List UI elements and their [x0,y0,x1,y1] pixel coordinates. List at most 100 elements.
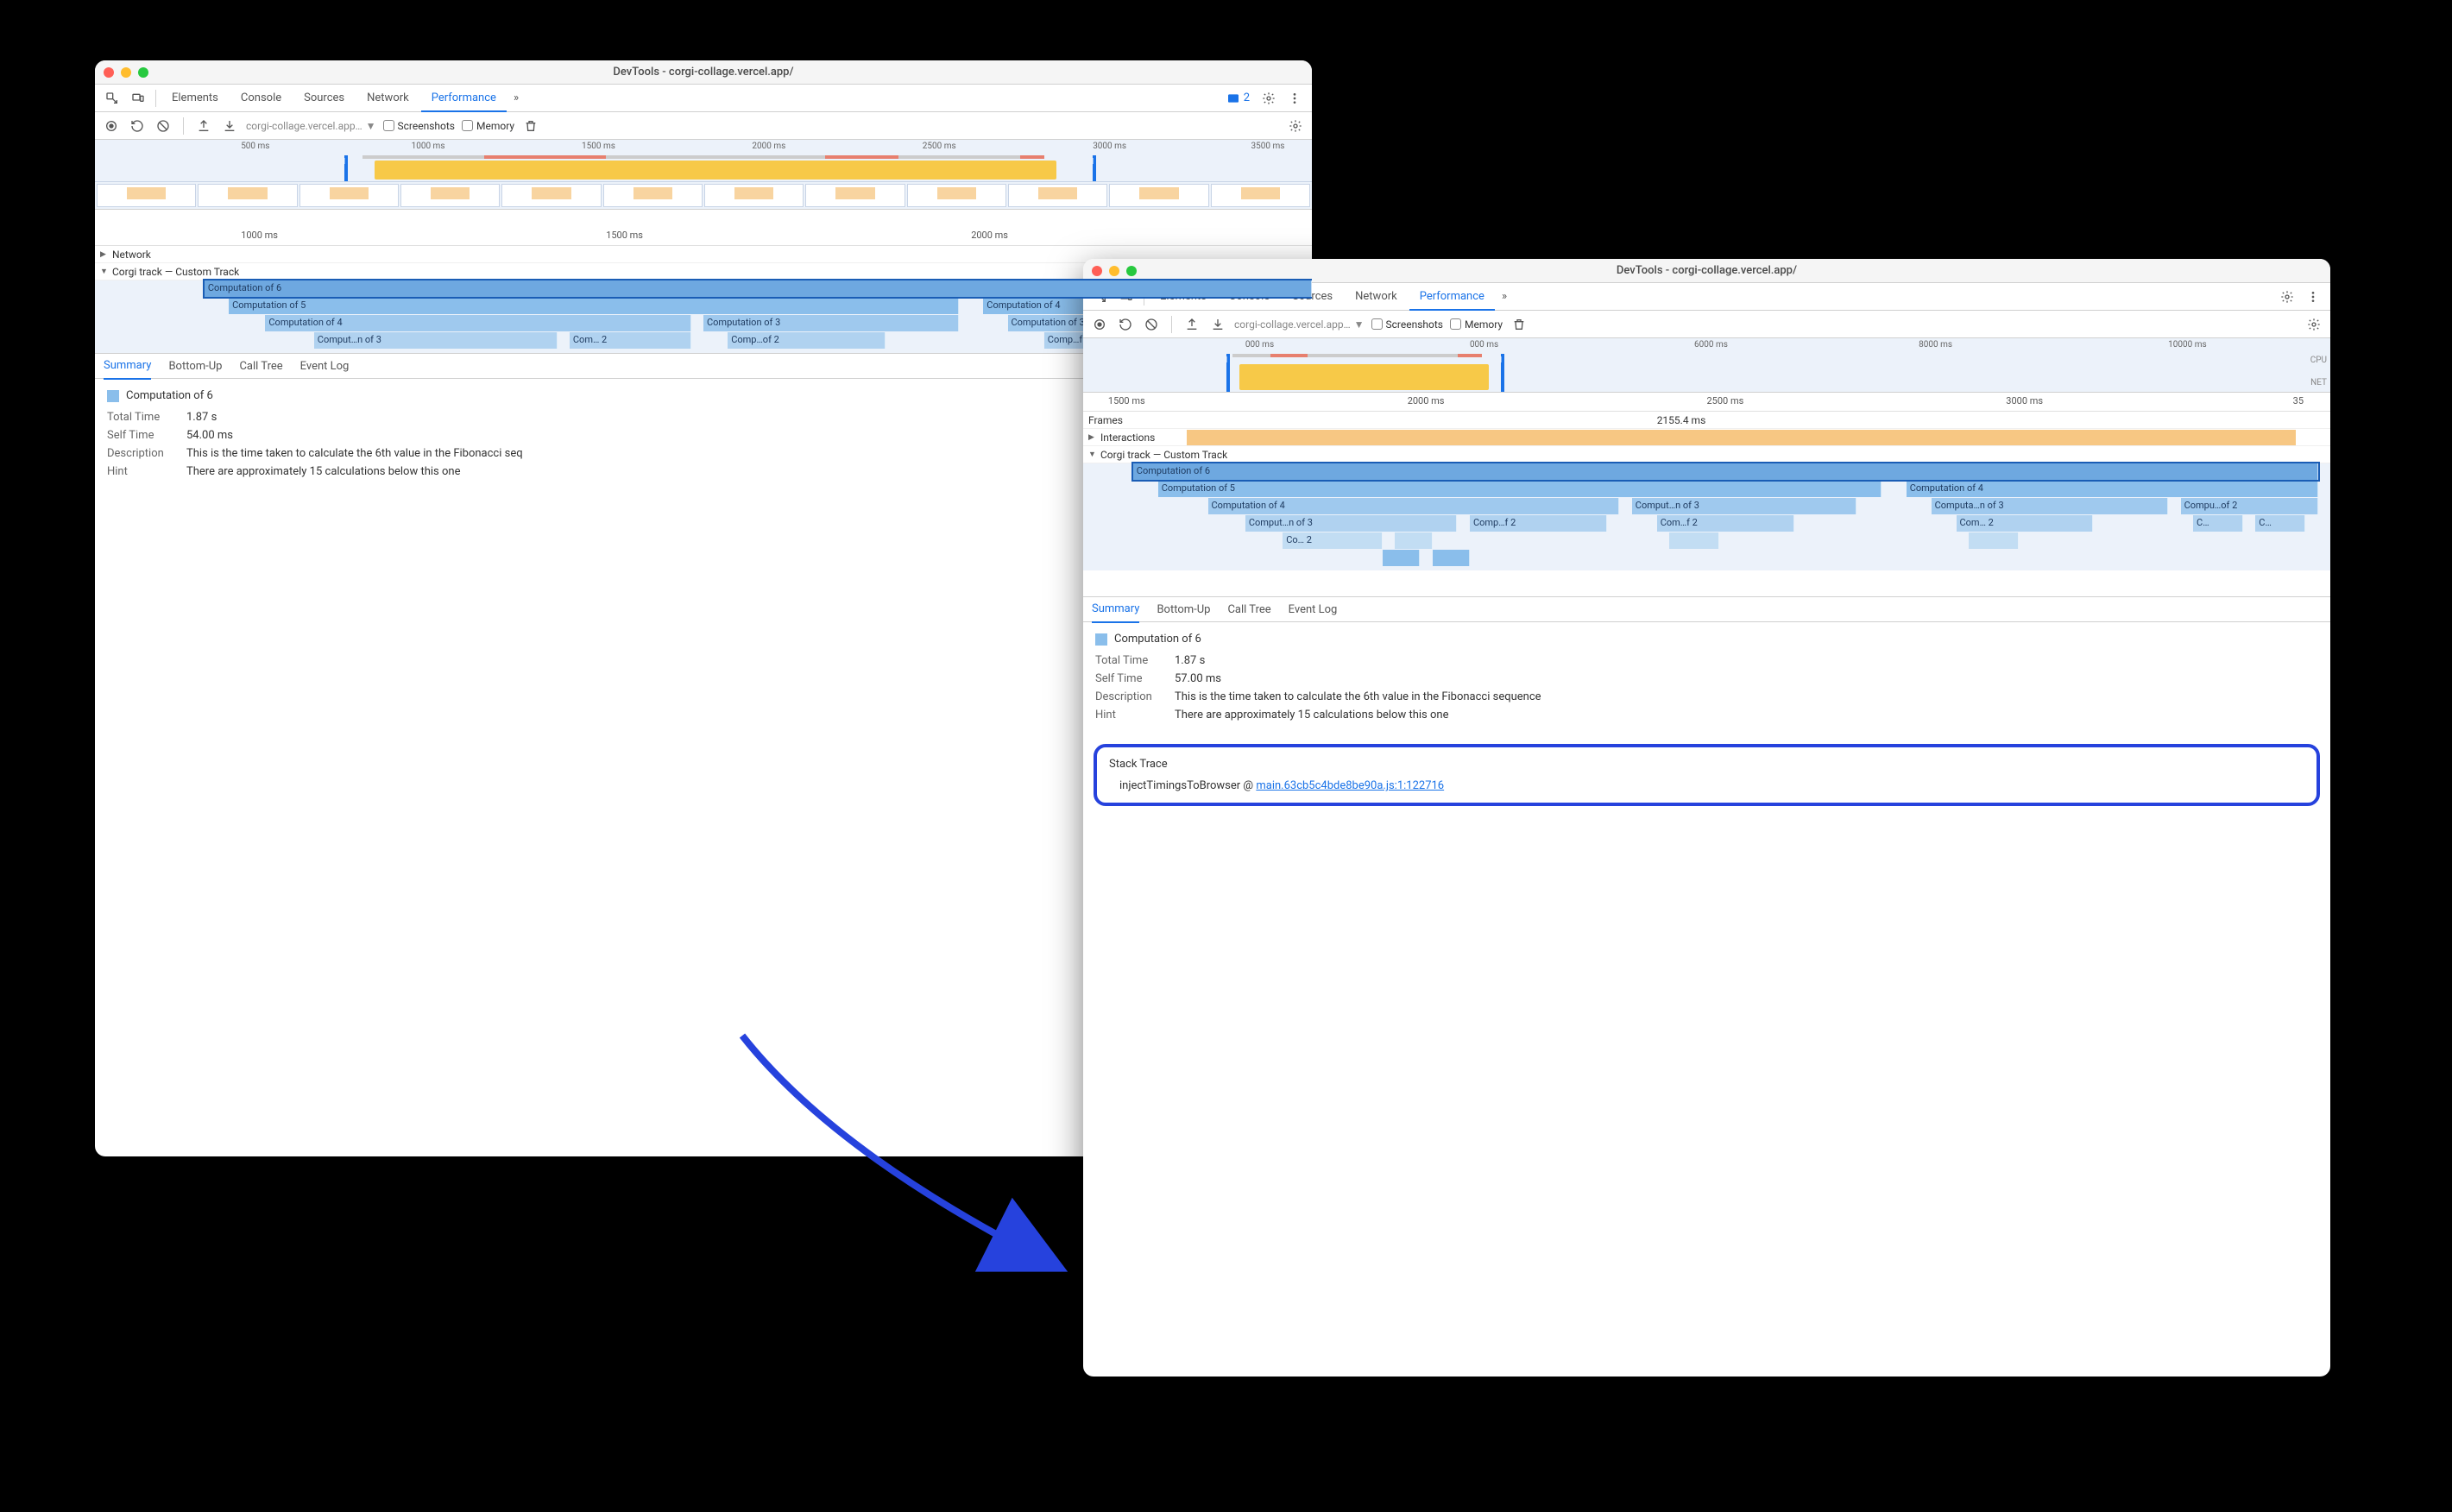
flame-event[interactable]: Comp…f 2 [1470,515,1607,532]
flame-event[interactable]: Computation of 6 [1133,463,2318,480]
tab-network[interactable]: Network [1345,283,1408,311]
screenshot-thumb[interactable] [907,184,1006,207]
source-link[interactable]: main.63cb5c4bde8be90a.js:1:122716 [1256,779,1444,792]
tab-elements[interactable]: Elements [161,85,229,112]
flame-event[interactable]: Computa…n of 3 [1932,498,2169,514]
flame-event[interactable]: Comput…n of 3 [1632,498,1856,514]
flame-event[interactable]: Com… 2 [1957,515,2094,532]
kebab-icon[interactable] [2301,285,2325,309]
dtab-event-log[interactable]: Event Log [1289,596,1338,622]
dtab-summary[interactable]: Summary [104,354,151,380]
more-tabs-icon[interactable]: » [508,91,524,104]
clear-icon[interactable] [1142,315,1161,334]
flame-event[interactable]: C… [2193,515,2243,532]
screenshot-thumb[interactable] [400,184,500,207]
flame-event[interactable]: Computation of 3 [703,315,959,331]
inspect-icon[interactable] [100,86,124,110]
custom-track-header[interactable]: ▼Corgi track — Custom Track [1083,446,2330,463]
flame-event[interactable]: Computation of 4 [1208,498,1620,514]
gear-icon[interactable] [1286,117,1305,135]
color-swatch [1095,633,1107,646]
chevron-down-icon: ▼ [100,267,109,276]
record-icon[interactable] [1090,315,1109,334]
screenshots-checkbox[interactable]: Screenshots [383,120,455,132]
flame-event[interactable]: Computation of 6 [205,280,1312,297]
flame-event[interactable]: Comput…n of 3 [1245,515,1458,532]
flame-event[interactable] [1433,550,1470,566]
screenshot-thumb[interactable] [501,184,601,207]
trash-icon[interactable] [1510,315,1529,334]
stack-trace-title: Stack Trace [1109,758,2304,771]
flame-event[interactable]: Com… 2 [570,332,691,349]
selection-handle-left[interactable] [1226,354,1230,392]
interactions-track[interactable]: ▶Interactions [1083,429,2330,446]
flame-event[interactable]: Computation of 5 [229,298,959,314]
tab-sources[interactable]: Sources [293,85,355,112]
flame-event[interactable] [1669,532,1719,549]
overview-ruler: 000 ms 000 ms 6000 ms 8000 ms 10000 ms [1083,338,2330,354]
flame-event[interactable] [1383,550,1420,566]
recording-selector[interactable]: corgi-collage.vercel.app… ▼ [1234,318,1365,331]
download-icon[interactable] [220,117,239,135]
screenshot-thumb[interactable] [1109,184,1208,207]
dtab-call-tree[interactable]: Call Tree [239,353,282,379]
device-icon[interactable] [126,86,150,110]
screenshot-thumb[interactable] [704,184,804,207]
flame-chart[interactable]: Computation of 6 Computation of 5Computa… [1083,463,2330,570]
selection-handle-right[interactable] [1501,354,1504,392]
tab-console[interactable]: Console [230,85,292,112]
dtab-event-log[interactable]: Event Log [300,353,350,379]
overview-pane[interactable]: 000 ms 000 ms 6000 ms 8000 ms 10000 ms C… [1083,338,2330,393]
dtab-summary[interactable]: Summary [1092,597,1139,623]
screenshot-thumb[interactable] [805,184,905,207]
upload-icon[interactable] [194,117,213,135]
flame-event[interactable]: Compu…of 2 [2181,498,2318,514]
flame-event[interactable]: Computation of 5 [1158,481,1882,497]
memory-checkbox[interactable]: Memory [1450,318,1503,331]
recording-selector[interactable]: corgi-collage.vercel.app… ▼ [246,120,376,132]
dtab-bottom-up[interactable]: Bottom-Up [1157,596,1210,622]
reload-icon[interactable] [128,117,147,135]
screenshot-thumb[interactable] [603,184,703,207]
issues-badge[interactable]: 2 [1221,91,1255,105]
flame-event[interactable]: Com…f 2 [1657,515,1794,532]
summary-title: Computation of 6 [1095,633,2318,646]
gear-icon[interactable] [1257,86,1281,110]
download-icon[interactable] [1208,315,1227,334]
upload-icon[interactable] [1182,315,1201,334]
selection-handle-right[interactable] [1093,155,1096,181]
memory-checkbox[interactable]: Memory [462,120,514,132]
trash-icon[interactable] [521,117,540,135]
devtools-tab-bar: Elements Console Sources Network Perform… [95,85,1312,112]
flame-event[interactable]: Computation of 4 [1907,481,2318,497]
flame-event[interactable] [1969,532,2019,549]
screenshot-thumb[interactable] [299,184,399,207]
flame-event[interactable]: C… [2255,515,2305,532]
flame-event[interactable] [1395,532,1432,549]
flame-event[interactable]: Computation of 4 [265,315,691,331]
overview-pane[interactable]: 500 ms 1000 ms 1500 ms 2000 ms 2500 ms 3… [95,140,1312,210]
screenshot-thumb[interactable] [97,184,196,207]
clear-icon[interactable] [154,117,173,135]
screenshot-thumb[interactable] [198,184,297,207]
gear-icon[interactable] [2275,285,2299,309]
gear-icon[interactable] [2304,315,2323,334]
frames-track[interactable]: Frames 2155.4 ms [1083,412,2330,429]
more-tabs-icon[interactable]: » [1497,290,1512,303]
description-value: This is the time taken to calculate the … [186,447,523,460]
tab-performance[interactable]: Performance [421,85,507,112]
flame-event[interactable]: Comput…n of 3 [314,332,558,349]
dtab-bottom-up[interactable]: Bottom-Up [168,353,222,379]
tab-network[interactable]: Network [356,85,419,112]
screenshot-thumb[interactable] [1211,184,1310,207]
reload-icon[interactable] [1116,315,1135,334]
flame-event[interactable]: Co… 2 [1283,532,1383,549]
screenshots-checkbox[interactable]: Screenshots [1371,318,1443,331]
kebab-icon[interactable] [1283,86,1307,110]
screenshot-thumb[interactable] [1008,184,1107,207]
tab-performance[interactable]: Performance [1409,283,1495,311]
flame-event[interactable]: Comp…of 2 [728,332,886,349]
selection-handle-left[interactable] [344,155,348,181]
record-icon[interactable] [102,117,121,135]
dtab-call-tree[interactable]: Call Tree [1227,596,1270,622]
